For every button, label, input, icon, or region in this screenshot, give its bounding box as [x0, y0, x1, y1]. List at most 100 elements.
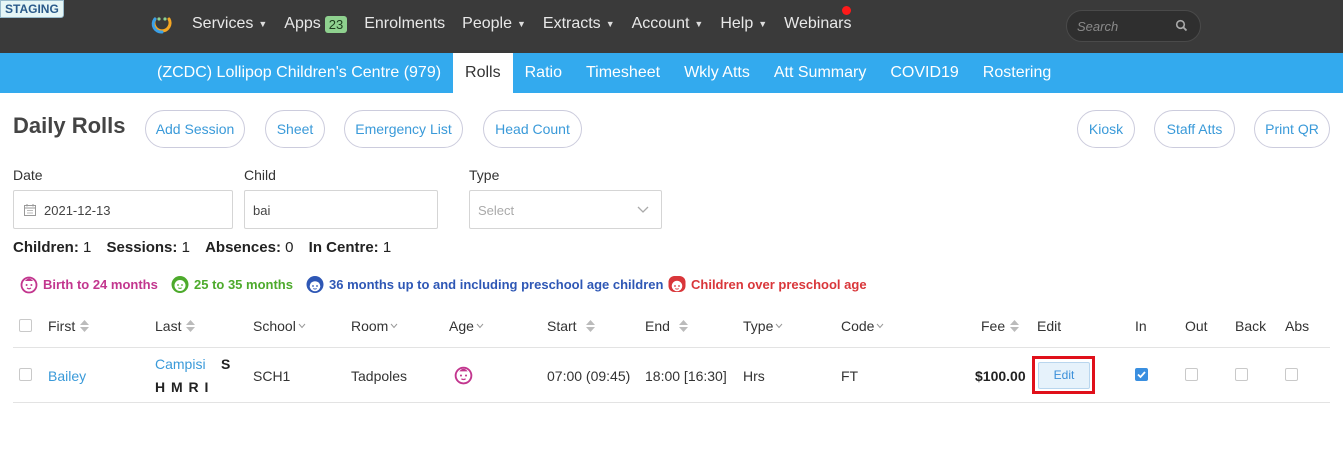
- emergency-list-button[interactable]: Emergency List: [344, 110, 463, 148]
- col-in: In: [1135, 318, 1147, 334]
- absences-count-label: Absences:: [205, 239, 281, 256]
- col-type[interactable]: Type: [743, 318, 783, 334]
- in-centre-count-label: In Centre:: [308, 239, 379, 256]
- select-all-checkbox[interactable]: [19, 319, 32, 332]
- col-out: Out: [1185, 318, 1208, 334]
- tab-ratio[interactable]: Ratio: [513, 53, 574, 93]
- col-end-label: End: [645, 318, 670, 334]
- child-label: Child: [244, 167, 276, 183]
- tab-covid19[interactable]: COVID19: [878, 53, 970, 93]
- col-last[interactable]: Last: [155, 318, 196, 334]
- roll-summary: Children: 1 Sessions: 1 Absences: 0 In C…: [13, 239, 402, 256]
- nav-extracts-label: Extracts: [542, 15, 601, 32]
- nav-extracts[interactable]: Extracts ▼: [543, 15, 615, 33]
- baby-face-icon: [454, 366, 473, 385]
- col-school[interactable]: School: [253, 318, 306, 334]
- out-checkbox[interactable]: [1185, 368, 1198, 381]
- staff-atts-button[interactable]: Staff Atts: [1154, 110, 1235, 148]
- nav-account-label: Account: [631, 15, 690, 32]
- tab-rolls[interactable]: Rolls: [453, 53, 513, 93]
- caret-down-icon: ▼: [605, 19, 615, 29]
- chevron-down-icon: [637, 206, 649, 213]
- nav-help-label: Help: [720, 15, 754, 32]
- date-input[interactable]: [44, 201, 214, 219]
- in-centre-count: 1: [382, 239, 392, 256]
- nav-people[interactable]: People ▼: [462, 15, 526, 33]
- col-type-label: Type: [743, 318, 774, 334]
- session-code: FT: [841, 368, 859, 384]
- tab-rostering[interactable]: Rostering: [971, 53, 1063, 93]
- col-fee[interactable]: Fee: [981, 318, 1020, 334]
- children-count: 1: [83, 239, 92, 256]
- sort-icon: [186, 320, 196, 332]
- date-picker[interactable]: [13, 190, 233, 229]
- sort-icon: [80, 320, 90, 332]
- nav-help[interactable]: Help ▼: [720, 15, 767, 33]
- col-back: Back: [1235, 318, 1267, 334]
- col-end[interactable]: End: [645, 318, 688, 334]
- child-flags: H M R I: [155, 379, 210, 395]
- head-count-button[interactable]: Head Count: [483, 110, 582, 148]
- col-start[interactable]: Start: [547, 318, 595, 334]
- back-checkbox[interactable]: [1235, 368, 1248, 381]
- type-select[interactable]: [469, 190, 662, 229]
- chevron-down-icon: [775, 323, 783, 329]
- nav-services-label: Services: [192, 15, 254, 32]
- child-face-icon: [306, 276, 324, 293]
- checkmark-icon: [1137, 371, 1146, 379]
- child-first-name-link[interactable]: Bailey: [48, 368, 86, 384]
- top-navbar: STAGING Services ▼ Apps 23 Enrolments Peop…: [0, 0, 1343, 53]
- child-filter-field[interactable]: [244, 190, 438, 229]
- nav-apps[interactable]: Apps 23: [284, 15, 348, 33]
- nav-services[interactable]: Services ▼: [192, 15, 267, 33]
- col-fee-label: Fee: [981, 318, 1006, 334]
- sheet-button[interactable]: Sheet: [265, 110, 325, 148]
- older-child-face-icon: [668, 276, 686, 292]
- col-age[interactable]: Age: [449, 318, 484, 334]
- type-select-input[interactable]: [478, 201, 628, 219]
- tab-timesheet[interactable]: Timesheet: [574, 53, 672, 93]
- col-first[interactable]: First: [48, 318, 90, 334]
- legend-36-months-to-preschool: 36 months up to and including preschool …: [305, 274, 663, 294]
- main-nav: Services ▼ Apps 23 Enrolments People ▼ Extr…: [192, 0, 868, 48]
- notification-dot: [842, 6, 851, 15]
- col-age-label: Age: [449, 318, 474, 334]
- baby-face-icon: [20, 276, 38, 294]
- tab-wkly-atts[interactable]: Wkly Atts: [672, 53, 762, 93]
- child-search-input[interactable]: [253, 201, 423, 219]
- header-divider: [13, 347, 1330, 348]
- in-checkbox[interactable]: [1135, 368, 1148, 381]
- col-code-label: Code: [841, 318, 875, 334]
- nav-webinars-label: Webinars: [784, 15, 852, 32]
- search-input[interactable]: [1077, 17, 1177, 35]
- session-end: 18:00 [16:30]: [645, 368, 727, 384]
- search-box[interactable]: [1066, 10, 1201, 42]
- col-abs: Abs: [1285, 318, 1310, 334]
- app-logo-icon[interactable]: [151, 13, 173, 35]
- page-title: Daily Rolls: [13, 113, 126, 138]
- col-code[interactable]: Code: [841, 318, 884, 334]
- print-qr-button[interactable]: Print QR: [1254, 110, 1330, 148]
- nav-webinars[interactable]: Webinars: [784, 15, 851, 33]
- col-start-label: Start: [547, 318, 577, 334]
- child-school: SCH1: [253, 368, 291, 384]
- abs-checkbox[interactable]: [1285, 368, 1298, 381]
- toddler-face-icon: [171, 276, 189, 293]
- legend-25-to-35-months: 25 to 35 months: [170, 274, 293, 294]
- legend-birth-to-24-months: Birth to 24 months: [19, 274, 158, 294]
- nav-account[interactable]: Account ▼: [632, 15, 704, 33]
- search-icon[interactable]: [1175, 19, 1188, 32]
- type-label: Type: [469, 167, 500, 183]
- kiosk-button[interactable]: Kiosk: [1077, 110, 1135, 148]
- row-select-checkbox[interactable]: [19, 368, 32, 381]
- add-session-button[interactable]: Add Session: [145, 110, 245, 148]
- environment-badge: STAGING: [0, 0, 64, 18]
- caret-down-icon: ▼: [516, 19, 526, 29]
- tab-att-summary[interactable]: Att Summary: [762, 53, 878, 93]
- centre-name-link[interactable]: (ZCDC) Lollipop Children's Centre (979): [145, 53, 453, 93]
- col-room[interactable]: Room: [351, 318, 398, 334]
- child-last-name-link[interactable]: Campisi: [155, 356, 206, 372]
- nav-enrolments[interactable]: Enrolments: [364, 15, 445, 33]
- nav-people-label: People: [462, 15, 512, 32]
- session-fee: $100.00: [975, 368, 1026, 384]
